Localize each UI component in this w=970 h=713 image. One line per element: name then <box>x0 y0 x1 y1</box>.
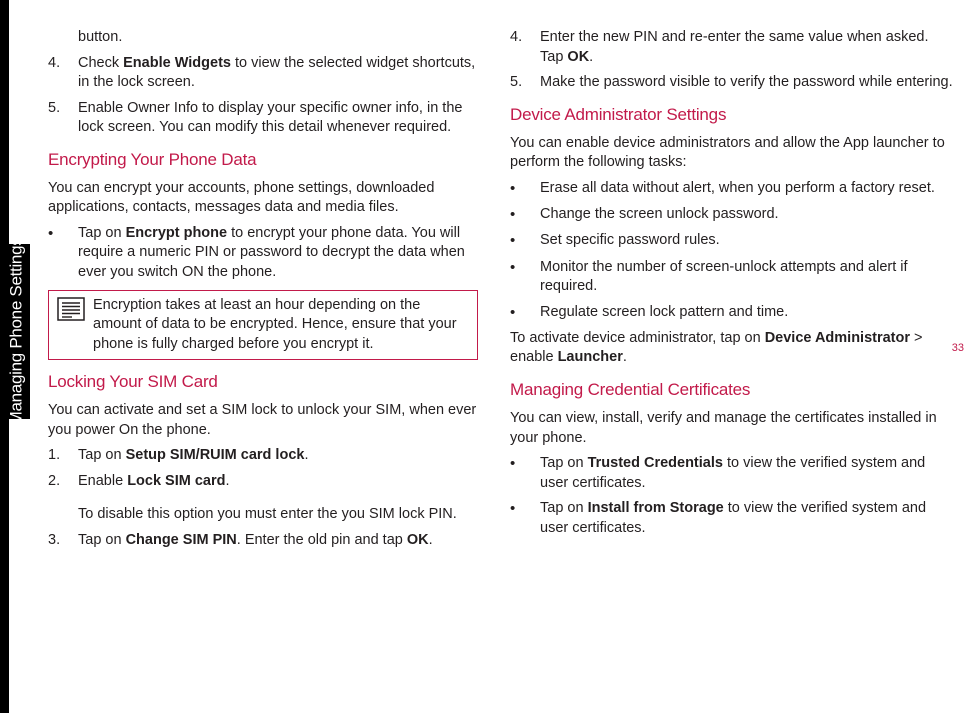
list-number: 1. <box>48 446 78 466</box>
list-text: Make the password visible to verify the … <box>540 73 955 93</box>
list-item: •Tap on Trusted Credentials to view the … <box>510 454 955 493</box>
list-text: Erase all data without alert, when you p… <box>540 179 955 199</box>
list-number: 3. <box>48 531 78 551</box>
note-box: Encryption takes at least an hour depend… <box>48 290 478 361</box>
list-item: 5. Make the password visible to verify t… <box>510 73 955 93</box>
list-item: •Change the screen unlock password. <box>510 205 955 225</box>
continuation-text: button. <box>78 28 478 48</box>
list-text: Tap on Change SIM PIN. Enter the old pin… <box>78 531 478 551</box>
list-text: Tap on Trusted Credentials to view the v… <box>540 454 955 493</box>
heading-sim: Locking Your SIM Card <box>48 371 478 394</box>
sub-paragraph: To disable this option you must enter th… <box>78 505 478 525</box>
list-item: •Tap on Install from Storage to view the… <box>510 499 955 538</box>
list-text: Tap on Install from Storage to view the … <box>540 499 955 538</box>
bullet: • <box>48 224 78 283</box>
paragraph: You can activate and set a SIM lock to u… <box>48 401 478 440</box>
list-item: 5. Enable Owner Info to display your spe… <box>48 99 478 138</box>
list-number: 5. <box>510 73 540 93</box>
list-text: Monitor the number of screen-unlock atte… <box>540 258 955 297</box>
paragraph: You can encrypt your accounts, phone set… <box>48 179 478 218</box>
column-left: button. 4. Check Enable Widgets to view … <box>48 28 478 557</box>
note-text: Encryption takes at least an hour depend… <box>93 291 477 360</box>
paragraph: You can view, install, verify and manage… <box>510 409 955 448</box>
list-item: •Erase all data without alert, when you … <box>510 179 955 199</box>
column-right: 4. Enter the new PIN and re-enter the sa… <box>510 28 955 557</box>
list-item: 2. Enable Lock SIM card. To disable this… <box>48 472 478 525</box>
list-text: Set specific password rules. <box>540 231 955 251</box>
heading-encrypting: Encrypting Your Phone Data <box>48 149 478 172</box>
sidebar-tab: Managing Phone Settings <box>4 244 30 419</box>
list-number: 2. <box>48 472 78 525</box>
paragraph: To activate device administrator, tap on… <box>510 329 955 368</box>
list-text: Tap on Encrypt phone to encrypt your pho… <box>78 224 478 283</box>
list-text: Enable Lock SIM card. To disable this op… <box>78 472 478 525</box>
list-item: •Regulate screen lock pattern and time. <box>510 303 955 323</box>
list-number: 4. <box>48 54 78 93</box>
list-number: 5. <box>48 99 78 138</box>
list-item: •Monitor the number of screen-unlock att… <box>510 258 955 297</box>
sidebar-label: Managing Phone Settings <box>6 238 29 426</box>
list-item: 3. Tap on Change SIM PIN. Enter the old … <box>48 531 478 551</box>
list-text: Tap on Setup SIM/RUIM card lock. <box>78 446 478 466</box>
list-item: • Tap on Encrypt phone to encrypt your p… <box>48 224 478 283</box>
heading-cert: Managing Credential Certificates <box>510 379 955 402</box>
heading-admin: Device Administrator Settings <box>510 104 955 127</box>
list-item: 4. Enter the new PIN and re-enter the sa… <box>510 28 955 67</box>
list-text: Check Enable Widgets to view the selecte… <box>78 54 478 93</box>
list-item: 1. Tap on Setup SIM/RUIM card lock. <box>48 446 478 466</box>
list-number: 4. <box>510 28 540 67</box>
list-text: Change the screen unlock password. <box>540 205 955 225</box>
list-text: Regulate screen lock pattern and time. <box>540 303 955 323</box>
note-icon <box>49 291 93 360</box>
list-text: Enter the new PIN and re-enter the same … <box>540 28 955 67</box>
paragraph: You can enable device administrators and… <box>510 134 955 173</box>
list-item: •Set specific password rules. <box>510 231 955 251</box>
list-text: Enable Owner Info to display your specif… <box>78 99 478 138</box>
list-item: 4. Check Enable Widgets to view the sele… <box>48 54 478 93</box>
